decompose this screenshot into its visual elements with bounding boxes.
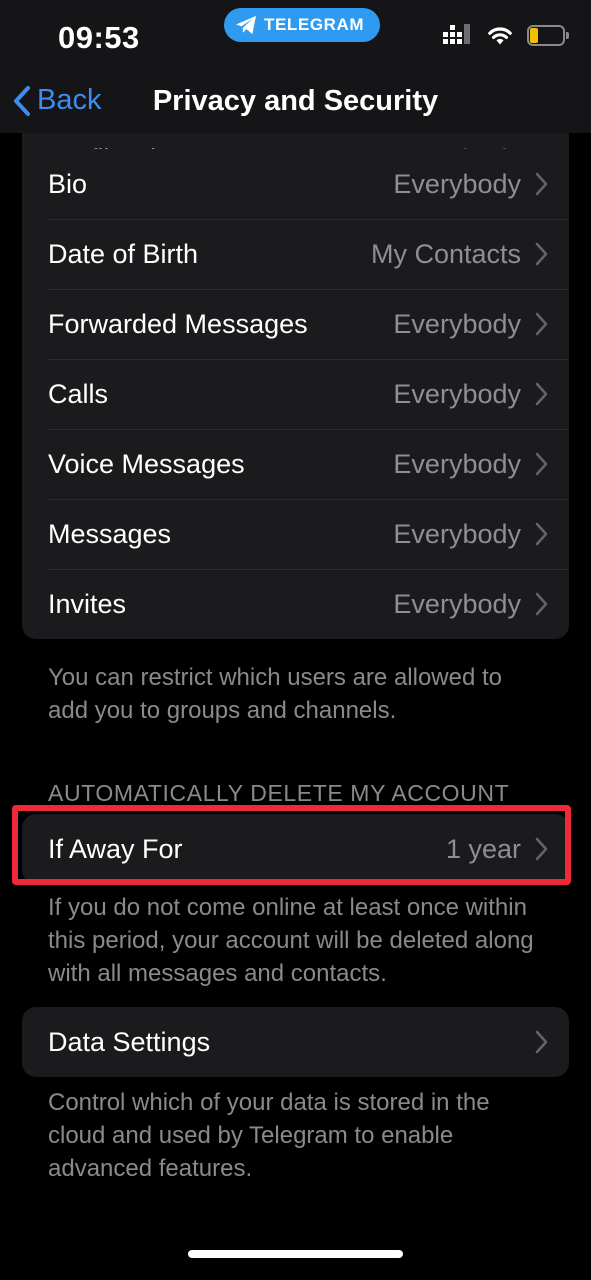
phone-screen: 09:53 TELEGRAM Back Privacy and Security… bbox=[0, 0, 591, 1280]
chevron-right-icon bbox=[535, 1030, 548, 1054]
row-value: Everybody bbox=[393, 308, 521, 339]
page-title: Privacy and Security bbox=[152, 85, 439, 117]
telegram-app-badge[interactable]: TELEGRAM bbox=[224, 8, 381, 42]
table-row-if-away-for[interactable]: If Away For 1 year bbox=[22, 814, 569, 884]
row-value: Everybody bbox=[393, 378, 521, 409]
wifi-icon bbox=[488, 26, 512, 44]
row-label: Messages bbox=[48, 518, 172, 549]
row-value: Everybody bbox=[393, 588, 521, 619]
battery-low-icon bbox=[527, 24, 569, 46]
status-bar: 09:53 TELEGRAM bbox=[0, 0, 591, 70]
privacy-settings-card: Profile Photo Everybody Bio Everybody Da… bbox=[22, 133, 569, 639]
row-label: If Away For bbox=[48, 833, 183, 864]
auto-delete-card: If Away For 1 year bbox=[22, 814, 569, 884]
table-row-forwarded-messages[interactable]: Forwarded Messages Everybody bbox=[22, 289, 569, 359]
data-section-footer: Control which of your data is stored in … bbox=[48, 1089, 490, 1182]
navigation-bar: Back Privacy and Security bbox=[0, 70, 591, 133]
auto-delete-section-footer: If you do not come online at least once … bbox=[48, 894, 534, 987]
chevron-right-icon bbox=[535, 522, 548, 546]
status-bar-indicators bbox=[443, 24, 569, 46]
row-value: Everybody bbox=[393, 518, 521, 549]
row-label: Data Settings bbox=[48, 1026, 211, 1057]
row-value: My Contacts bbox=[370, 238, 521, 269]
table-row-profile-photo[interactable]: Profile Photo Everybody bbox=[22, 133, 569, 149]
auto-delete-section-header: AUTOMATICALLY DELETE MY ACCOUNT bbox=[48, 780, 510, 806]
cellular-signal-icon bbox=[443, 24, 470, 44]
home-indicator bbox=[188, 1250, 403, 1258]
row-label: Date of Birth bbox=[48, 238, 199, 269]
table-row-calls[interactable]: Calls Everybody bbox=[22, 359, 569, 429]
chevron-right-icon bbox=[535, 452, 548, 476]
table-row-date-of-birth[interactable]: Date of Birth My Contacts bbox=[22, 219, 569, 289]
row-label: Calls bbox=[48, 378, 109, 409]
row-label: Forwarded Messages bbox=[48, 308, 308, 339]
row-label: Voice Messages bbox=[48, 448, 245, 479]
telegram-badge-label: TELEGRAM bbox=[264, 15, 365, 34]
settings-scroll-area[interactable]: Profile Photo Everybody Bio Everybody Da… bbox=[0, 133, 591, 1280]
chevron-right-icon bbox=[535, 242, 548, 266]
chevron-right-icon bbox=[535, 592, 548, 616]
row-label: Invites bbox=[48, 588, 127, 619]
chevron-right-icon bbox=[535, 312, 548, 336]
chevron-right-icon bbox=[535, 837, 548, 861]
table-row-invites[interactable]: Invites Everybody bbox=[22, 569, 569, 639]
table-row-voice-messages[interactable]: Voice Messages Everybody bbox=[22, 429, 569, 499]
table-row-messages[interactable]: Messages Everybody bbox=[22, 499, 569, 569]
status-bar-clock: 09:53 bbox=[58, 20, 140, 55]
telegram-plane-icon bbox=[236, 15, 256, 35]
chevron-right-icon bbox=[535, 382, 548, 406]
privacy-section-footer: You can restrict which users are allowed… bbox=[48, 664, 503, 724]
row-value: Everybody bbox=[393, 448, 521, 479]
table-row-data-settings[interactable]: Data Settings bbox=[22, 1007, 569, 1077]
chevron-right-icon bbox=[535, 172, 548, 196]
row-value: 1 year bbox=[445, 833, 521, 864]
table-row-bio[interactable]: Bio Everybody bbox=[22, 149, 569, 219]
data-settings-card: Data Settings bbox=[22, 1007, 569, 1077]
row-value: Everybody bbox=[393, 168, 521, 199]
row-label: Bio bbox=[48, 168, 88, 199]
